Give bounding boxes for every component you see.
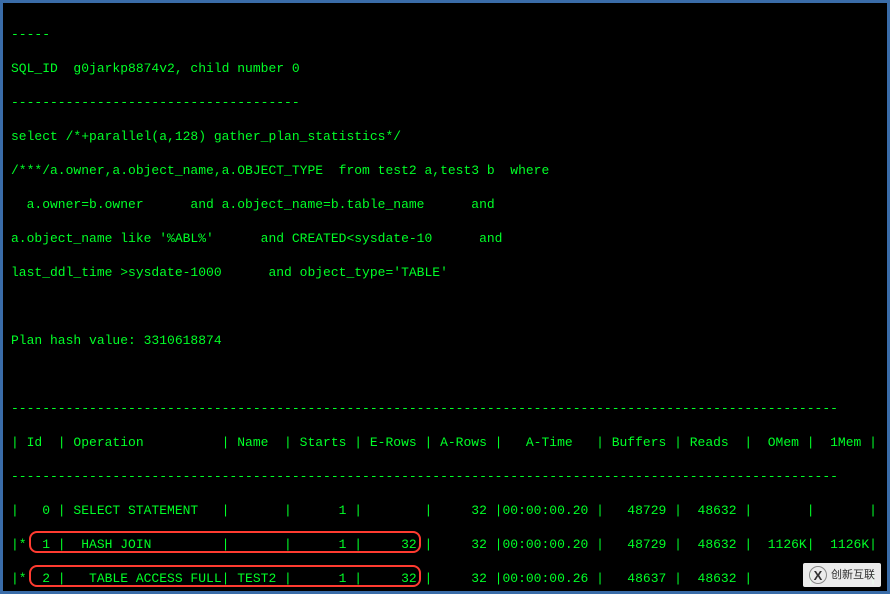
plan-header-row: | Id | Operation | Name | Starts | E-Row…	[11, 434, 879, 451]
sql-text-line: /***/a.owner,a.object_name,a.OBJECT_TYPE…	[11, 162, 879, 179]
plan-row: | 0 | SELECT STATEMENT | | 1 | | 32 |00:…	[11, 502, 879, 519]
sep: -----	[11, 26, 879, 43]
sql-text-line: a.owner=b.owner and a.object_name=b.tabl…	[11, 196, 879, 213]
plan-border: ----------------------------------------…	[11, 468, 879, 485]
terminal-output: ----- SQL_ID g0jarkp8874v2, child number…	[0, 0, 890, 594]
sql-id-line: SQL_ID g0jarkp8874v2, child number 0	[11, 60, 879, 77]
sql-text-line: a.object_name like '%ABL%' and CREATED<s…	[11, 230, 879, 247]
plan-border: ----------------------------------------…	[11, 400, 879, 417]
watermark-logo-icon: X	[809, 566, 827, 584]
plan-hash-line: Plan hash value: 3310618874	[11, 332, 879, 349]
plan-row: |* 2 | TABLE ACCESS FULL| TEST2 | 1 | 32…	[11, 570, 879, 587]
blank	[11, 298, 879, 315]
blank	[11, 366, 879, 383]
watermark: X 创新互联	[803, 563, 881, 587]
watermark-text: 创新互联	[831, 567, 875, 584]
plan-row: |* 1 | HASH JOIN | | 1 | 32 | 32 |00:00:…	[11, 536, 879, 553]
sql-text-line: select /*+parallel(a,128) gather_plan_st…	[11, 128, 879, 145]
sql-text-line: last_ddl_time >sysdate-1000 and object_t…	[11, 264, 879, 281]
sep: -------------------------------------	[11, 94, 879, 111]
